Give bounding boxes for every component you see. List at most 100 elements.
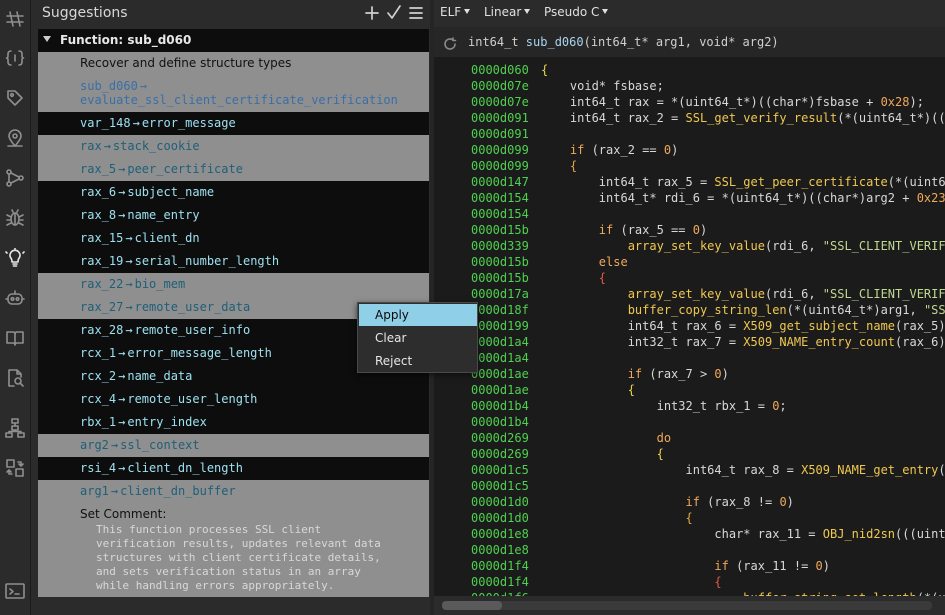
format-dropdown[interactable]: ELF xyxy=(440,5,471,19)
function-group-header[interactable]: Function: sub_d060 xyxy=(38,29,429,52)
line-address[interactable]: 0000d1f4 xyxy=(471,558,529,574)
book-icon[interactable] xyxy=(4,327,26,349)
line-address[interactable]: 0000d1e8 xyxy=(471,542,529,558)
line-code[interactable]: int64_t rax = *(uint64_t*)((char*)fsbase… xyxy=(541,94,924,110)
code-line[interactable]: 0000d07e void* fsbase; xyxy=(434,78,945,94)
line-address[interactable]: 0000d1d0 xyxy=(471,510,529,526)
code-line[interactable]: 0000d154 xyxy=(434,206,945,222)
bug-icon[interactable] xyxy=(4,207,26,229)
code-line[interactable]: 0000d18f buffer_copy_string_len(*(uint64… xyxy=(434,302,945,318)
line-address[interactable]: 0000d1ae xyxy=(471,382,529,398)
code-line[interactable]: 0000d147 int64_t rax_5 = SSL_get_peer_ce… xyxy=(434,174,945,190)
code-line[interactable]: 0000d269 { xyxy=(434,446,945,462)
code-line[interactable]: 0000d15b if (rax_5 == 0) xyxy=(434,222,945,238)
code-line[interactable]: 0000d091 int64_t rax_2 = SSL_get_verify_… xyxy=(434,110,945,126)
line-code[interactable]: do xyxy=(541,430,671,446)
code-line[interactable]: 0000d15b { xyxy=(434,270,945,286)
line-code[interactable]: { xyxy=(541,574,721,590)
line-address[interactable]: 0000d1f4 xyxy=(471,574,529,590)
line-code[interactable]: if (rax_8 != 0) xyxy=(541,494,794,510)
rename-row[interactable]: rax_8 → name_entry xyxy=(38,204,429,227)
tag-icon[interactable] xyxy=(4,87,26,109)
rename-row[interactable]: rcx_4 → remote_user_length xyxy=(38,388,429,411)
code-line[interactable]: 0000d17a array_set_key_value(rdi_6, "SSL… xyxy=(434,286,945,302)
code-line[interactable]: 0000d091 xyxy=(434,126,945,142)
line-address[interactable]: 0000d269 xyxy=(471,446,529,462)
braces-icon[interactable] xyxy=(4,47,26,69)
line-address[interactable]: 0000d1a4 xyxy=(471,350,529,366)
line-address[interactable]: 0000d1c5 xyxy=(471,478,529,494)
language-dropdown[interactable]: Pseudo C xyxy=(544,5,609,19)
rename-row[interactable]: var_148 → error_message xyxy=(38,112,429,135)
line-address[interactable]: 0000d1b4 xyxy=(471,398,529,414)
rename-row[interactable]: rax_19 → serial_number_length xyxy=(38,250,429,273)
line-address[interactable]: 0000d15b xyxy=(471,254,529,270)
code-line[interactable]: 0000d1c5 int64_t rax_8 = X509_NAME_get_e… xyxy=(434,462,945,478)
line-code[interactable]: { xyxy=(541,510,693,526)
line-code[interactable]: array_set_key_value(rdi_6, "SSL_CLIENT_V… xyxy=(541,238,945,254)
code-line[interactable]: 0000d199 int64_t rax_6 = X509_get_subjec… xyxy=(434,318,945,334)
line-code[interactable]: int64_t* rdi_6 = *(uint64_t*)((char*)arg… xyxy=(541,190,945,206)
chevron-down-icon[interactable] xyxy=(43,36,51,42)
code-line[interactable]: 0000d1ae { xyxy=(434,382,945,398)
rename-row[interactable]: rax_22 → bio_mem xyxy=(38,273,429,296)
line-code[interactable]: { xyxy=(541,270,606,286)
horizontal-scrollbar[interactable] xyxy=(434,596,945,615)
view-dropdown[interactable]: Linear xyxy=(484,5,531,19)
comment-row[interactable]: Set Comment: This function processes SSL… xyxy=(38,503,429,597)
refresh-icon[interactable] xyxy=(443,36,457,50)
location-pin-icon[interactable] xyxy=(4,127,26,149)
code-line[interactable]: 0000d1e8 xyxy=(434,542,945,558)
line-code[interactable]: int64_t rax_2 = SSL_get_verify_result(*(… xyxy=(541,110,945,126)
code-line[interactable]: 0000d1f4 { xyxy=(434,574,945,590)
code-line[interactable]: 0000d060 { xyxy=(434,62,945,78)
line-address[interactable]: 0000d1a4 xyxy=(471,334,529,350)
line-code[interactable]: int64_t rax_8 = X509_NAME_get_entry(ra xyxy=(541,462,945,478)
line-code[interactable]: char* rax_11 = OBJ_nid2sn(((uint64 xyxy=(541,526,945,542)
code-line[interactable]: 0000d1e8 char* rax_11 = OBJ_nid2sn(((uin… xyxy=(434,526,945,542)
line-address[interactable]: 0000d060 xyxy=(471,62,529,78)
search-document-icon[interactable] xyxy=(4,367,26,389)
rename-row[interactable]: rsi_4 → client_dn_length xyxy=(38,457,429,480)
line-address[interactable]: 0000d154 xyxy=(471,190,529,206)
line-code[interactable]: { xyxy=(541,158,577,174)
lightbulb-icon[interactable] xyxy=(4,247,26,269)
line-address[interactable]: 0000d17a xyxy=(471,286,529,302)
section-row[interactable]: Recover and define structure types xyxy=(38,52,429,75)
code-line[interactable]: 0000d154 int64_t* rdi_6 = *(uint64_t*)((… xyxy=(434,190,945,206)
scrollbar-thumb[interactable] xyxy=(442,601,502,610)
code-line[interactable]: 0000d1a4 xyxy=(434,350,945,366)
line-code[interactable]: int32_t rbx_1 = 0; xyxy=(541,398,787,414)
line-code[interactable]: int32_t rax_7 = X509_NAME_entry_count(ra… xyxy=(541,334,945,350)
line-code[interactable]: int64_t rax_5 = SSL_get_peer_certificate… xyxy=(541,174,945,190)
line-code[interactable]: int64_t rax_6 = X509_get_subject_name(ra… xyxy=(541,318,945,334)
robot-icon[interactable] xyxy=(4,287,26,309)
checkmark-icon[interactable] xyxy=(385,4,403,22)
rename-row[interactable]: rax_6 → subject_name xyxy=(38,181,429,204)
code-line[interactable]: 0000d1a4 int32_t rax_7 = X509_NAME_entry… xyxy=(434,334,945,350)
rename-row[interactable]: arg1 → client_dn_buffer xyxy=(38,480,429,503)
code-listing[interactable]: 0000d060 {0000d07e void* fsbase; 0000d07e … xyxy=(434,58,945,596)
reject-menu-item[interactable]: Reject xyxy=(359,350,477,372)
code-line[interactable]: 0000d1f4 if (rax_11 != 0) xyxy=(434,558,945,574)
code-line[interactable]: 0000d1ae if (rax_7 > 0) xyxy=(434,366,945,382)
line-code[interactable]: { xyxy=(541,62,548,78)
line-address[interactable]: 0000d099 xyxy=(471,142,529,158)
logo-icon[interactable] xyxy=(4,8,26,30)
line-code[interactable]: if (rax_2 == 0) xyxy=(541,142,678,158)
line-address[interactable]: 0000d1ae xyxy=(471,366,529,382)
function-signature[interactable]: int64_t sub_d060(int64_t* arg1, void* ar… xyxy=(468,35,779,49)
line-address[interactable]: 0000d1e8 xyxy=(471,526,529,542)
line-address[interactable]: 0000d1b4 xyxy=(471,414,529,430)
code-line[interactable]: 0000d269 do xyxy=(434,430,945,446)
apply-menu-item[interactable]: Apply xyxy=(359,304,477,326)
line-address[interactable]: 0000d07e xyxy=(471,78,529,94)
diff-icon[interactable] xyxy=(4,457,26,479)
line-code[interactable]: { xyxy=(541,446,664,462)
code-line[interactable]: 0000d099 { xyxy=(434,158,945,174)
code-line[interactable]: 0000d1b4 xyxy=(434,414,945,430)
line-address[interactable]: 0000d07e xyxy=(471,94,529,110)
code-line[interactable]: 0000d1d0 { xyxy=(434,510,945,526)
code-line[interactable]: 0000d1d0 if (rax_8 != 0) xyxy=(434,494,945,510)
line-address[interactable]: 0000d099 xyxy=(471,158,529,174)
